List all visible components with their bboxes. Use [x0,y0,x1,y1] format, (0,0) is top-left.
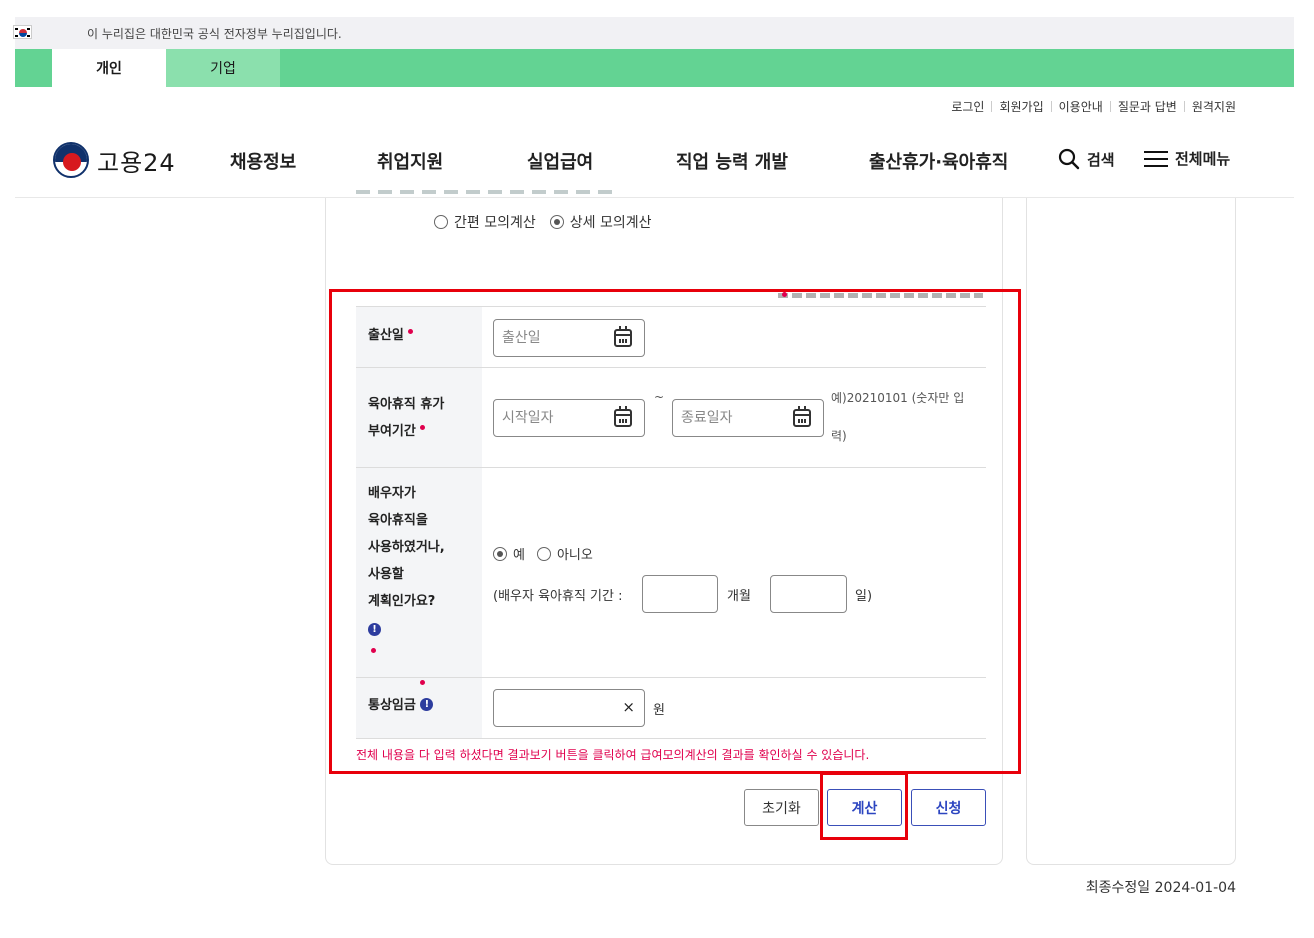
required-mark [371,648,376,653]
scrolled-off-label [356,188,656,196]
detail-calc-radio[interactable] [549,215,564,229]
spouse-label-2: 육아휴직을 [368,513,428,528]
spouse-months-input[interactable] [642,575,718,613]
range-tilde: ~ [654,390,665,404]
simple-calc-radio[interactable] [434,215,448,229]
tab-business[interactable]: 기업 [166,49,280,87]
date-format-hint: 예)20210101 (숫자만 입 력) [831,379,964,455]
simple-calc-label[interactable]: 간편 모의계산 [454,212,536,232]
korea-flag-icon [13,25,32,39]
birth-date-input[interactable]: 출산일 [493,319,645,357]
leave-start-input[interactable]: 시작일자 [493,399,645,437]
logo-text: 고용24 [97,148,176,177]
info-icon[interactable]: ! [368,623,381,636]
gov-banner-text: 이 누리집은 대한민국 공식 전자정부 누리집입니다. [87,26,342,41]
spouse-no-radio[interactable] [536,546,551,561]
search-button[interactable]: 검색 [1058,148,1115,170]
spouse-period-prefix: (배우자 육아휴직 기간 : [493,589,623,604]
leave-period-header: 육아휴직 휴가 부여기간 [356,368,482,467]
spouse-leave-row: 배우자가 육아휴직을 사용하였거나, 사용할 계획인가요? ! 예 아니오 (배… [356,467,986,677]
gov-banner: 이 누리집은 대한민국 공식 전자정부 누리집입니다. [13,17,1294,49]
login-link[interactable]: 로그인 [944,98,991,115]
reset-button[interactable]: 초기화 [744,789,819,826]
nav-unemployment-benefit[interactable]: 실업급여 [527,148,593,174]
audience-tabs: 개인 기업 [15,49,1294,87]
guide-link[interactable]: 이용안내 [1052,98,1110,115]
wage-header: 통상임금 ! [356,678,482,738]
calendar-icon[interactable] [793,406,811,427]
last-updated: 최종수정일 2024-01-04 [1085,880,1236,896]
info-icon[interactable]: ! [420,698,434,711]
leave-period-row: 육아휴직 휴가 부여기간 시작일자 ~ 종료일자 예)20210101 (숫자만… [356,367,986,467]
spouse-label-1: 배우자가 [368,486,416,501]
spouse-label-3: 사용하였거나, [368,540,445,555]
spouse-radio-group: 예 아니오 [493,544,593,563]
spouse-days-input[interactable] [770,575,847,613]
all-menu-button[interactable]: 전체메뉴 [1143,148,1230,169]
leave-end-input[interactable]: 종료일자 [672,399,824,437]
required-mark [420,680,425,685]
month-unit: 개월 [727,589,751,604]
tab-personal[interactable]: 개인 [52,49,166,87]
day-unit: 일) [855,589,873,604]
clear-icon[interactable]: × [622,698,635,716]
leave-period-label-2: 부여기간 [368,424,416,439]
spouse-yes-radio[interactable] [493,546,507,561]
nav-employment-support[interactable]: 취업지원 [377,148,443,174]
search-label: 검색 [1087,150,1115,169]
leave-end-placeholder: 종료일자 [681,410,733,426]
required-mark [419,425,425,430]
remote-support-link[interactable]: 원격지원 [1185,98,1236,115]
calendar-icon[interactable] [614,326,632,347]
calc-type-group: 간편 모의계산 상세 모의계산 [434,212,665,232]
wage-label: 통상임금 [368,698,416,713]
spouse-no-label[interactable]: 아니오 [557,544,593,563]
nav-parental-leave[interactable]: 출산휴가·육아휴직 [869,148,1008,174]
site-logo[interactable]: 고용24 [53,142,176,178]
spouse-leave-header: 배우자가 육아휴직을 사용하였거나, 사용할 계획인가요? ! [356,468,482,677]
nav-jobs[interactable]: 채용정보 [230,148,296,174]
required-mark [407,329,413,334]
detail-calc-label[interactable]: 상세 모의계산 [570,212,652,232]
side-panel [1026,198,1236,865]
birth-date-placeholder: 출산일 [502,330,541,346]
qna-link[interactable]: 질문과 답변 [1111,98,1184,115]
spouse-yes-label[interactable]: 예 [513,544,525,563]
wage-input[interactable]: × [493,689,645,727]
birth-date-row: 출산일 출산일 [356,306,986,367]
apply-button[interactable]: 신청 [911,789,986,826]
leave-start-placeholder: 시작일자 [502,410,554,426]
birth-date-header: 출산일 [356,307,482,367]
calendar-icon[interactable] [614,406,632,427]
wage-row: 통상임금 ! × 원 [356,677,986,739]
date-format-hint-2: 력) [831,429,847,443]
required-note [772,290,986,300]
nav-skills-development[interactable]: 직업 능력 개발 [676,148,788,174]
birth-date-label: 출산일 [368,328,404,343]
date-format-hint-1: 예)20210101 (숫자만 입 [831,391,965,405]
utility-links: 로그인 회원가입 이용안내 질문과 답변 원격지원 [944,98,1236,115]
calculate-button[interactable]: 계산 [827,789,902,826]
spouse-label-4: 사용할 [368,567,404,582]
submit-notice: 전체 내용을 다 입력 하셨다면 결과보기 버튼을 클릭하여 급여모의계산의 결… [356,748,870,762]
leave-period-label-1: 육아휴직 휴가 [368,397,445,412]
signup-link[interactable]: 회원가입 [992,98,1050,115]
gov-emblem-icon [53,142,89,178]
hamburger-icon [1144,150,1168,167]
wage-unit: 원 [653,703,665,718]
spouse-label-5: 계획인가요? [368,594,436,609]
search-icon [1058,148,1080,170]
all-menu-label: 전체메뉴 [1175,150,1231,168]
